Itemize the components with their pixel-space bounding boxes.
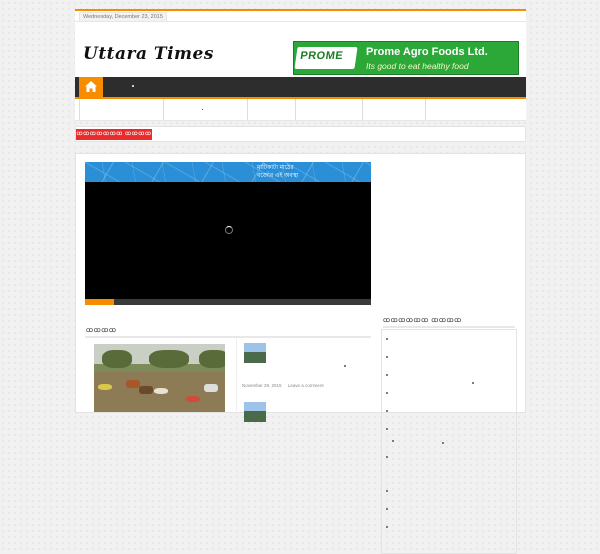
site-logo[interactable]: Uttara Times	[83, 44, 214, 64]
image-tree	[149, 350, 189, 368]
list-bullet[interactable]	[386, 356, 388, 358]
subnav-divider	[295, 99, 296, 120]
ad-tagline: Its good to eat healthy food	[366, 61, 469, 71]
video-thumbnail-map: মাটিকাটা মাঠের বর্জ্যের এই অবস্থা	[85, 162, 371, 182]
recent-posts-list: November 29, 2015 Leave a comment	[236, 339, 372, 422]
sub-navigation	[75, 99, 526, 121]
subnav-divider	[425, 99, 426, 120]
video-caption: মাটিকাটা মাঠের বর্জ্যের এই অবস্থা	[257, 164, 298, 180]
subnav-item[interactable]	[202, 109, 203, 110]
list-bullet[interactable]	[386, 374, 388, 376]
image-tree	[199, 350, 225, 368]
top-bar: Wednesday, December 23, 2015	[75, 9, 526, 22]
subnav-divider	[362, 99, 363, 120]
video-caption-line2: বর্জ্যের এই অবস্থা	[257, 173, 299, 179]
main-content: মাটিকাটা মাঠের বর্জ্যের এই অবস্থা ꝏꝏꝏꝏ N…	[75, 153, 526, 554]
section-heading: ꝏꝏꝏꝏ	[85, 326, 371, 338]
image-cow	[204, 384, 218, 392]
post-thumbnail[interactable]	[244, 343, 266, 363]
image-cow	[126, 380, 140, 388]
image-tree	[102, 350, 132, 368]
video-caption-line1: মাটিকাটা মাঠের	[257, 165, 294, 171]
video-progress-fill	[85, 299, 114, 305]
post-title-marker	[344, 365, 346, 367]
list-bullet[interactable]	[472, 382, 474, 384]
list-bullet[interactable]	[386, 410, 388, 412]
list-bullet[interactable]	[392, 440, 394, 442]
ad-brand-text: PROME	[299, 50, 344, 62]
main-navigation	[75, 77, 526, 99]
sidebar-heading-text: ꝏꝏꝏꝏꝏꝏ ꝏꝏꝏꝏ	[383, 317, 462, 324]
post-thumbnail[interactable]	[244, 402, 266, 422]
section-heading-text: ꝏꝏꝏꝏ	[86, 327, 117, 334]
list-bullet[interactable]	[386, 338, 388, 340]
home-icon	[85, 81, 97, 92]
featured-post-image[interactable]	[94, 344, 225, 412]
nav-home-button[interactable]	[79, 77, 103, 97]
image-cow	[139, 386, 153, 394]
breaking-news-bar: ꝏꝏꝏꝏꝏꝏꝏ ꝏꝏꝏꝏ	[75, 126, 526, 142]
image-debris	[98, 384, 112, 390]
post-meta: November 29, 2015 Leave a comment	[242, 383, 324, 388]
list-bullet[interactable]	[386, 490, 388, 492]
ad-company-name: Prome Agro Foods Ltd.	[366, 46, 488, 58]
sidebar-widget	[381, 329, 517, 554]
list-bullet[interactable]	[442, 442, 444, 444]
leave-comment-link[interactable]: Leave a comment	[288, 383, 324, 388]
image-debris	[186, 396, 200, 402]
image-debris	[154, 388, 168, 394]
subnav-divider	[247, 99, 248, 120]
sidebar-heading: ꝏꝏꝏꝏꝏꝏ ꝏꝏꝏꝏ	[383, 316, 515, 328]
header-advertisement[interactable]: PROME Prome Agro Foods Ltd. Its good to …	[293, 41, 519, 75]
nav-item-indicator[interactable]	[132, 85, 134, 87]
post-date: November 29, 2015	[242, 383, 282, 388]
subnav-divider	[79, 99, 80, 120]
video-progress-bar[interactable]	[85, 299, 371, 305]
current-date: Wednesday, December 23, 2015	[79, 12, 167, 22]
ad-brand-badge: PROME	[294, 47, 358, 69]
loading-spinner-icon	[225, 226, 233, 234]
video-player[interactable]: মাটিকাটা মাঠের বর্জ্যের এই অবস্থা	[85, 162, 371, 305]
list-bullet[interactable]	[386, 508, 388, 510]
list-bullet[interactable]	[386, 456, 388, 458]
list-bullet[interactable]	[386, 392, 388, 394]
list-bullet[interactable]	[386, 428, 388, 430]
breaking-news-label: ꝏꝏꝏꝏꝏꝏꝏ ꝏꝏꝏꝏ	[76, 129, 152, 140]
subnav-divider	[163, 99, 164, 120]
list-bullet[interactable]	[386, 526, 388, 528]
